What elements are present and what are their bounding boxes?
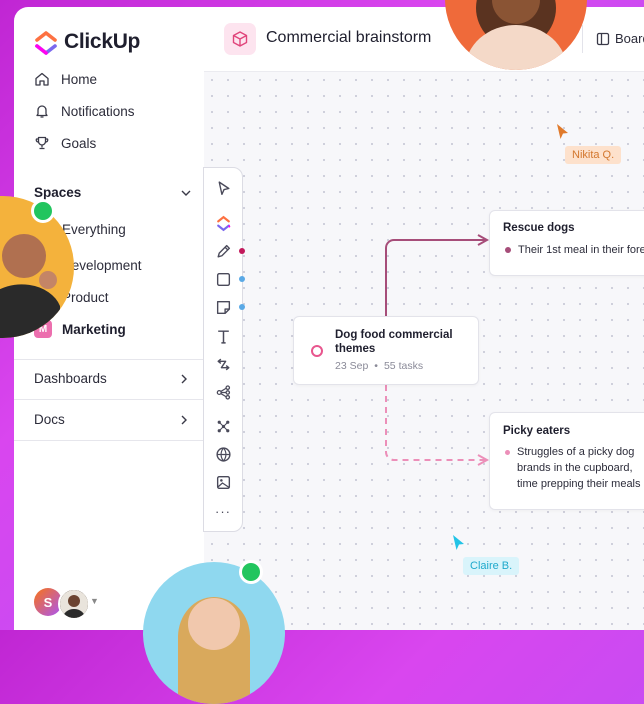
card-rescue-line: Their 1st meal in their forever home [518, 244, 644, 256]
mindmap-icon [216, 384, 230, 400]
divider [14, 359, 204, 360]
tool-sticky-note[interactable] [213, 297, 233, 317]
nav-home-label: Home [61, 71, 98, 87]
card-dog-food-themes[interactable]: Dog food commercial themes 23 Sep • 55 t… [293, 316, 479, 385]
image-icon [216, 475, 230, 489]
tool-ai[interactable] [213, 213, 233, 233]
tool-pen[interactable] [213, 241, 233, 261]
card-rescue-dogs[interactable]: Rescue dogs Their 1st meal in their fore… [489, 210, 644, 276]
sticky-note-icon [216, 300, 230, 314]
clickup-logo[interactable]: ClickUp [34, 29, 140, 55]
text-icon [217, 329, 229, 344]
space-icon [224, 23, 256, 55]
divider [14, 399, 204, 400]
divider [14, 440, 204, 441]
nav-notifications[interactable]: Notifications [34, 103, 135, 119]
tool-text[interactable] [213, 326, 233, 346]
card-picky-line-1: Struggles of a picky dog [517, 446, 635, 458]
sparkle-icon [216, 215, 230, 231]
sidebar-item-dashboards[interactable]: Dashboards [34, 371, 189, 386]
card-main-title: Dog food commercial themes [335, 329, 453, 355]
pen-color-dot [239, 248, 245, 254]
shapes-icon [217, 420, 229, 432]
card-picky-line-2: brands in the cupboard, [517, 462, 633, 474]
tool-rectangle[interactable] [213, 269, 233, 289]
tool-connector[interactable] [213, 354, 233, 374]
spaces-header[interactable]: Spaces [34, 185, 192, 200]
person-icon [178, 597, 250, 704]
chevron-right-icon [181, 374, 187, 383]
nav-goals-label: Goals [61, 135, 97, 151]
card-picky-eaters[interactable]: Picky eaters Struggles of a picky dog br… [489, 412, 644, 510]
card-main-date: 23 Sep [335, 360, 369, 372]
card-main-meta: 23 Sep • 55 tasks [335, 360, 423, 372]
chevron-right-icon [181, 415, 187, 424]
board-view-button[interactable]: Board [596, 31, 644, 46]
clickup-logo-icon [35, 31, 57, 55]
cursor-icon [218, 180, 230, 195]
globe-icon [215, 446, 231, 462]
shape-color-dot [239, 276, 245, 282]
board-icon [596, 32, 610, 45]
more-icon[interactable]: ··· [213, 501, 233, 521]
online-status-indicator [239, 560, 263, 584]
cursor-label-nikita: Nikita Q. [565, 146, 622, 164]
nav-goals[interactable]: Goals [34, 135, 96, 151]
card-picky-title: Picky eaters [503, 425, 571, 437]
bullet-icon [505, 247, 511, 253]
home-icon [35, 72, 49, 86]
dashboards-label: Dashboards [34, 371, 107, 386]
space-marketing-label: Marketing [62, 321, 126, 337]
pen-icon [216, 244, 230, 258]
spaces-label: Spaces [34, 185, 82, 200]
collaborator-photo-bottom [143, 562, 285, 704]
cursor-nikita-icon [557, 124, 568, 139]
page-title: Commercial brainstorm [266, 29, 432, 46]
status-circle-icon [311, 345, 323, 357]
caret-down-icon[interactable]: ▼ [90, 596, 99, 606]
tool-mindmap[interactable] [213, 382, 233, 402]
cursor-label-claire: Claire B. [463, 557, 520, 575]
divider [582, 25, 583, 53]
docs-label: Docs [34, 412, 65, 427]
card-rescue-title: Rescue dogs [503, 222, 575, 234]
teammate-avatar[interactable] [58, 588, 90, 620]
board-view-label: Board [615, 31, 644, 46]
square-icon [216, 272, 230, 286]
cursor-claire-icon [453, 535, 464, 550]
nav-home[interactable]: Home [34, 71, 97, 87]
trophy-icon [35, 136, 49, 150]
bell-icon [36, 105, 48, 118]
card-main-tasks: 55 tasks [383, 360, 424, 372]
connector-icon [216, 358, 230, 370]
bullet-icon [505, 450, 510, 455]
nav-notifications-label: Notifications [61, 103, 135, 119]
space-everything[interactable]: Everything [62, 222, 126, 237]
tool-select[interactable] [213, 178, 233, 198]
space-marketing[interactable]: M Marketing [34, 320, 126, 338]
chevron-down-icon[interactable] [180, 187, 192, 199]
tool-elements[interactable] [213, 416, 233, 436]
whiteboard-toolbar: ··· [203, 167, 243, 532]
sidebar-item-docs[interactable]: Docs [34, 412, 189, 427]
note-color-dot [239, 304, 245, 310]
card-picky-line-3: time prepping their meals [517, 478, 641, 490]
tool-embed[interactable] [213, 444, 233, 464]
person-icon [60, 590, 88, 618]
cube-icon [232, 31, 248, 47]
tool-image[interactable] [213, 472, 233, 492]
app-name: ClickUp [64, 30, 141, 53]
online-status-indicator [31, 199, 55, 223]
meta-separator: • [374, 360, 378, 372]
